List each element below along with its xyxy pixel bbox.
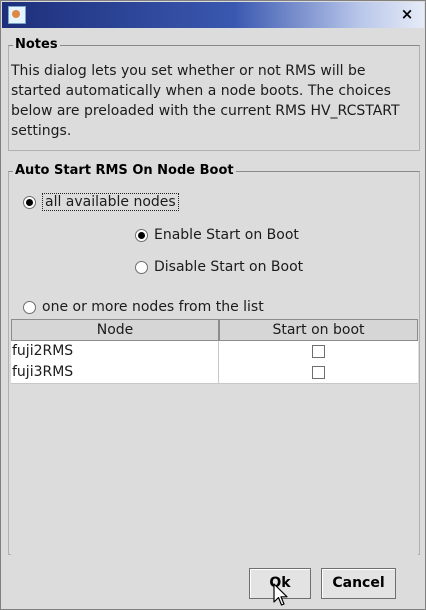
radio-disable-start-on-boot[interactable]: Disable Start on Boot: [135, 259, 303, 275]
start-on-boot-cell: [219, 362, 418, 383]
close-icon[interactable]: ×: [398, 5, 416, 23]
table-row[interactable]: fuji3RMS: [11, 362, 418, 384]
node-name-cell: fuji2RMS: [11, 341, 219, 362]
radio-label: all available nodes: [42, 193, 179, 211]
start-on-boot-checkbox[interactable]: [312, 366, 325, 379]
app-icon: [8, 6, 26, 24]
radio-button[interactable]: [135, 260, 148, 274]
radio-label: Disable Start on Boot: [154, 259, 304, 275]
auto-start-title: Auto Start RMS On Node Boot: [13, 163, 236, 178]
column-header-node[interactable]: Node: [11, 319, 219, 341]
mouse-cursor-icon: [273, 583, 288, 606]
radio-all-available-nodes[interactable]: all available nodes: [23, 193, 179, 211]
radio-enable-start-on-boot[interactable]: Enable Start on Boot: [135, 227, 299, 243]
column-header-start-on-boot[interactable]: Start on boot: [219, 319, 418, 341]
title-bar[interactable]: ×: [2, 2, 424, 28]
nodes-table: Node Start on boot fuji2RMS fuji3RMS: [11, 319, 418, 555]
radio-button[interactable]: [23, 300, 36, 314]
radio-button[interactable]: [23, 195, 36, 209]
radio-label: one or more nodes from the list: [42, 299, 264, 315]
node-name-cell: fuji3RMS: [11, 362, 219, 383]
radio-nodes-from-list[interactable]: one or more nodes from the list: [23, 299, 264, 315]
cancel-button[interactable]: Cancel: [321, 568, 396, 599]
notes-group: Notes This dialog lets you set whether o…: [8, 37, 420, 151]
notes-text: This dialog lets you set whether or not …: [11, 63, 400, 139]
start-on-boot-checkbox[interactable]: [312, 345, 325, 358]
radio-button[interactable]: [135, 228, 148, 242]
start-on-boot-cell: [219, 341, 418, 362]
notes-title: Notes: [13, 37, 60, 52]
table-header: Node Start on boot: [11, 319, 418, 341]
radio-label: Enable Start on Boot: [154, 227, 299, 243]
dialog-window: × Notes This dialog lets you set whether…: [0, 0, 426, 610]
table-row[interactable]: fuji2RMS: [11, 341, 418, 363]
